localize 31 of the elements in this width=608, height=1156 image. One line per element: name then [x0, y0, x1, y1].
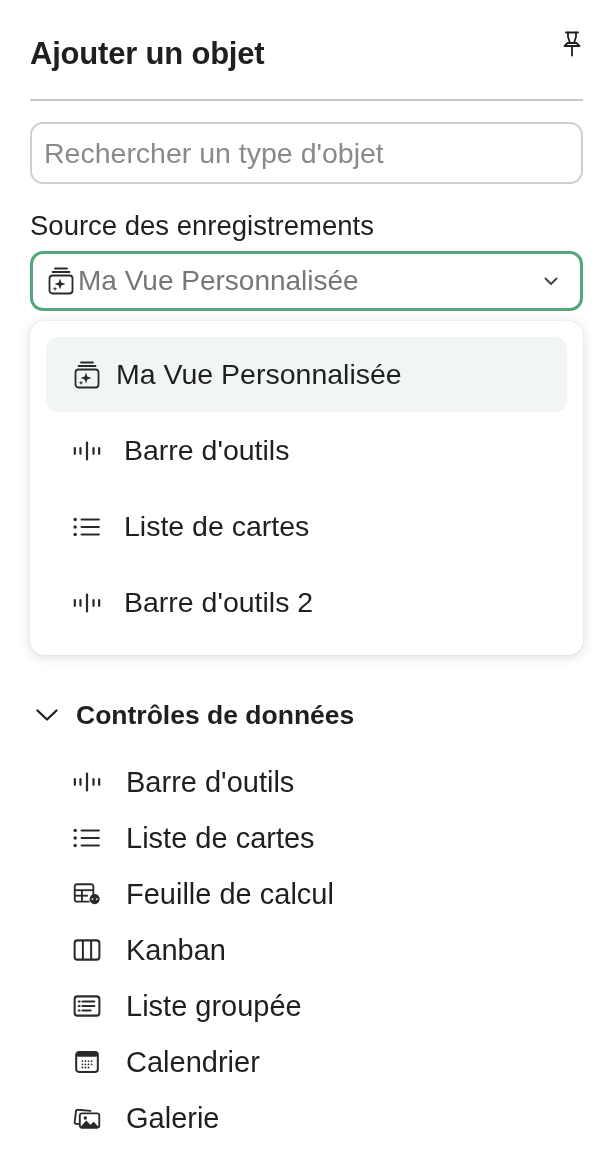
- calendar-icon: [73, 1051, 101, 1073]
- dropdown-option[interactable]: Barre d'outils 2: [46, 565, 567, 640]
- section-header[interactable]: Contrôles de données: [30, 698, 355, 732]
- chevron-down-icon: [544, 276, 558, 286]
- bars-icon: [73, 439, 101, 462]
- object-type-item[interactable]: Galerie: [30, 1090, 583, 1146]
- list-icon: [73, 515, 101, 538]
- panel-title: Ajouter un objet: [30, 36, 265, 72]
- pushpin-icon: [563, 31, 581, 57]
- bars-icon: [73, 591, 101, 614]
- dropdown-option[interactable]: Barre d'outils: [46, 413, 567, 488]
- object-type-item[interactable]: Kanban: [30, 922, 583, 978]
- dropdown-option[interactable]: Ma Vue Personnalisée: [46, 337, 567, 412]
- object-type-item[interactable]: Feuille de calcul: [30, 866, 583, 922]
- field-label: Source des enregistrements: [30, 211, 375, 241]
- search-field[interactable]: Rechercher un type d'objet: [30, 122, 583, 184]
- dropdown-option[interactable]: Liste de cartes: [46, 489, 567, 564]
- list-icon: [73, 827, 101, 849]
- source-select[interactable]: Ma Vue Personnalisée: [30, 251, 583, 311]
- bars-icon: [73, 771, 101, 793]
- object-type-item[interactable]: Barre d'outils: [30, 754, 583, 810]
- photos-icon: [73, 1107, 101, 1129]
- columns-icon: [73, 939, 101, 961]
- table-icon: [73, 883, 101, 905]
- text-lines-icon: [73, 995, 101, 1017]
- object-type-item[interactable]: Calendrier: [30, 1034, 583, 1090]
- pin-button[interactable]: [563, 31, 583, 59]
- sparkle-box-icon: [48, 267, 74, 295]
- object-type-item[interactable]: Liste groupée: [30, 978, 583, 1034]
- object-type-item[interactable]: Liste de cartes: [30, 810, 583, 866]
- sparkle-box-icon: [74, 360, 100, 389]
